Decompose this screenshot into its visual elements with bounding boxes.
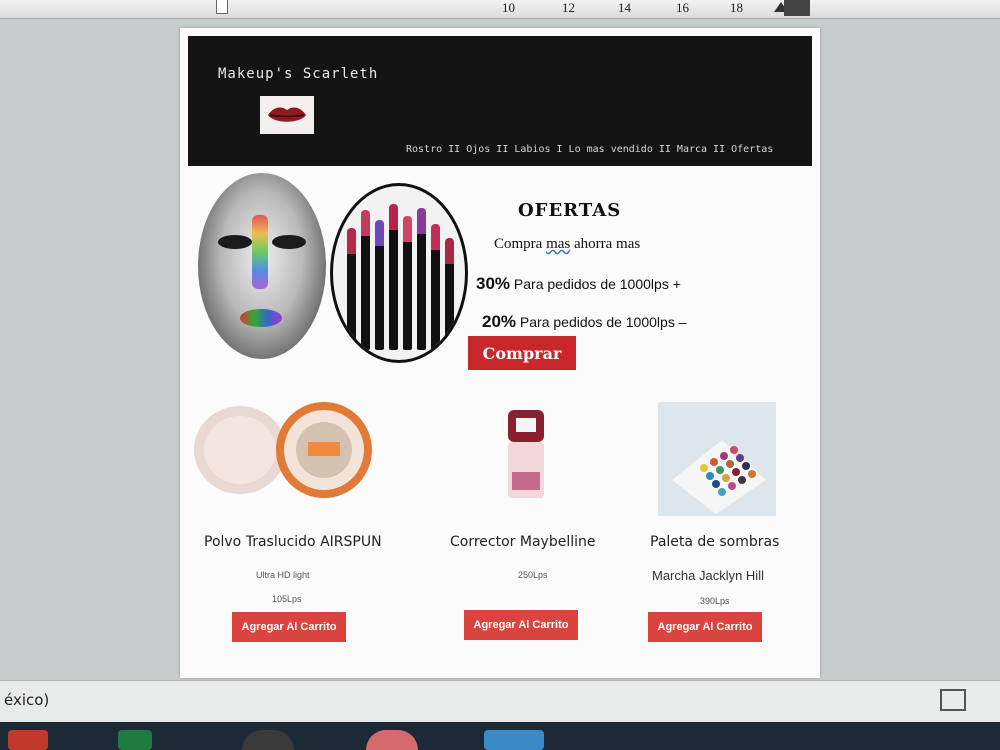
taskbar: [0, 722, 1000, 750]
brand-name: Makeup's Scarleth: [218, 66, 379, 82]
product-price: 390Lps: [700, 596, 730, 606]
product-price: 250Lps: [518, 570, 548, 580]
offer-line-30: 30% Para pedidos de 1000lps +: [476, 274, 681, 294]
subtitle-text: ahorra mas: [570, 236, 641, 252]
site-header: Makeup's Scarleth Rostro II Ojos II Labi…: [188, 36, 812, 166]
product-detail: Ultra HD light: [256, 570, 310, 580]
add-to-cart-button[interactable]: Agregar Al Carrito: [232, 612, 346, 642]
product-name: Paleta de sombras: [650, 534, 780, 550]
ruler-number: 18: [730, 0, 743, 15]
lipstick: [361, 210, 370, 350]
offer-text: Para pedidos de 1000lps –: [516, 314, 687, 330]
lips-logo: [260, 96, 314, 134]
offer-text: Para pedidos de 1000lps +: [510, 276, 681, 292]
makeup-face-image: [198, 173, 326, 359]
eye-shape: [218, 235, 252, 249]
document-page[interactable]: Makeup's Scarleth Rostro II Ojos II Labi…: [180, 28, 820, 678]
concealer-bottle-icon: [508, 410, 544, 498]
lipstick: [403, 216, 412, 350]
app-icon[interactable]: [366, 730, 418, 750]
subtitle-underlined-word: mas: [546, 236, 571, 252]
lipstick: [445, 238, 454, 350]
offers-title: OFERTAS: [518, 200, 622, 221]
powerpoint-icon[interactable]: [8, 730, 48, 750]
comprar-button[interactable]: Comprar: [468, 336, 576, 370]
eye-shape: [272, 235, 306, 249]
ruler-number: 12: [562, 0, 575, 15]
subtitle-text: Compra: [494, 236, 547, 252]
read-mode-icon[interactable]: [940, 689, 966, 711]
offers-subtitle: Compra mas ahorra mas: [494, 236, 640, 253]
ruler-indent-marker[interactable]: [216, 0, 228, 14]
lipstick: [347, 228, 356, 350]
app-icon[interactable]: [484, 730, 544, 750]
ruler-number: 16: [676, 0, 689, 15]
lipstick: [431, 224, 440, 350]
lipstick: [417, 208, 426, 350]
powder-image: [192, 398, 372, 506]
rainbow-highlight: [252, 215, 268, 289]
lipstick: [375, 220, 384, 350]
concealer-image: [500, 406, 552, 502]
eyeshadow-palette-icon: [658, 402, 776, 516]
ruler-end-box: [784, 0, 810, 16]
lipsticks-image: [330, 183, 468, 363]
add-to-cart-button[interactable]: Agregar Al Carrito: [464, 610, 578, 640]
offer-percent: 30%: [476, 274, 511, 293]
ruler-number: 10: [502, 0, 515, 15]
status-bar: éxico): [0, 680, 1000, 723]
app-icon[interactable]: [242, 730, 294, 750]
product-name: Polvo Traslucido AIRSPUN: [204, 534, 382, 550]
lips-icon: [268, 107, 306, 122]
offer-line-20: 20% Para pedidos de 1000lps –: [482, 312, 687, 332]
product-detail: Marcha Jacklyn Hill: [652, 568, 764, 583]
powder-compact-icon: [194, 402, 372, 498]
add-to-cart-button[interactable]: Agregar Al Carrito: [648, 612, 762, 642]
product-name: Corrector Maybelline: [450, 534, 596, 550]
offer-percent: 20%: [482, 312, 517, 331]
excel-icon[interactable]: [118, 730, 152, 750]
lipstick: [389, 204, 398, 350]
product-price: 105Lps: [272, 594, 302, 604]
site-nav[interactable]: Rostro II Ojos II Labios I Lo mas vendid…: [406, 144, 773, 155]
rainbow-lips: [240, 309, 282, 327]
palette-image: [658, 402, 776, 516]
language-indicator[interactable]: éxico): [4, 691, 49, 709]
horizontal-ruler[interactable]: 10 12 14 16 18: [0, 0, 1000, 19]
ruler-number: 14: [618, 0, 631, 15]
